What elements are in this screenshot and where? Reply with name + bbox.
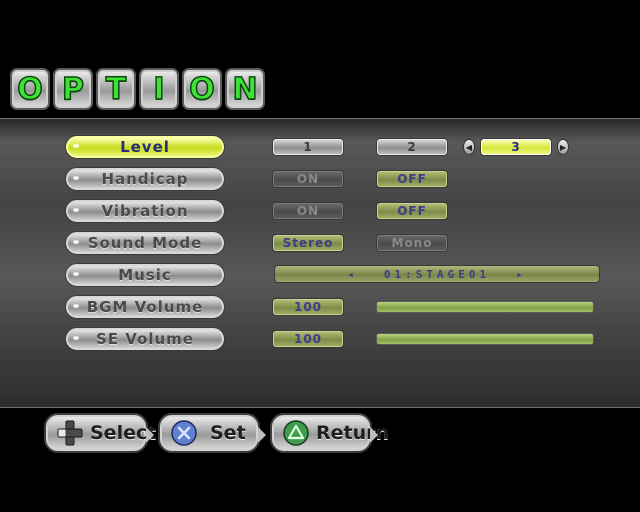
bgm-volume-fill <box>377 302 593 312</box>
handicap-option-off[interactable]: OFF <box>376 170 448 188</box>
title-tile: O <box>10 68 50 110</box>
music-track-value: 01:STAGE01 <box>383 267 491 281</box>
se-volume-label[interactable]: SE Volume <box>66 328 224 350</box>
bgm-volume-value: 100 <box>272 298 344 316</box>
se-volume-value: 100 <box>272 330 344 348</box>
select-button-label: Select <box>90 422 157 444</box>
sound-mode-option-mono[interactable]: Mono <box>376 234 448 252</box>
handicap-label[interactable]: Handicap <box>66 168 224 190</box>
return-button[interactable]: Return <box>270 413 389 453</box>
options-panel <box>0 118 640 408</box>
cross-button-icon <box>170 419 198 447</box>
level-label[interactable]: Level <box>66 136 224 158</box>
sound-mode-label[interactable]: Sound Mode <box>66 232 224 254</box>
title-tile: T <box>96 68 136 110</box>
triangle-button-icon <box>282 419 310 447</box>
music-selector[interactable]: ◂ 01:STAGE01 ▸ <box>274 265 600 283</box>
bgm-volume-slider[interactable] <box>376 301 594 313</box>
title-tile: O <box>182 68 222 110</box>
bgm-volume-label[interactable]: BGM Volume <box>66 296 224 318</box>
level-option-2[interactable]: 2 <box>376 138 448 156</box>
title-tile: P <box>53 68 93 110</box>
arrow-right-icon[interactable]: ▶ <box>557 139 569 155</box>
dpad-icon <box>56 419 84 447</box>
sound-mode-option-stereo[interactable]: Stereo <box>272 234 344 252</box>
return-button-label: Return <box>316 422 390 444</box>
vibration-option-off[interactable]: OFF <box>376 202 448 220</box>
se-volume-slider[interactable] <box>376 333 594 345</box>
se-volume-fill <box>377 334 593 344</box>
handicap-option-on[interactable]: ON <box>272 170 344 188</box>
arrow-left-icon[interactable]: ◂ <box>347 268 358 281</box>
arrow-right-icon[interactable]: ▸ <box>516 268 527 281</box>
arrow-left-icon[interactable]: ◀ <box>463 139 475 155</box>
title-tile: N <box>225 68 265 110</box>
level-option-1[interactable]: 1 <box>272 138 344 156</box>
level-option-3[interactable]: 3 <box>480 138 552 156</box>
option-title: O P T I O N <box>10 68 265 110</box>
set-button[interactable]: Set <box>158 413 266 453</box>
vibration-label[interactable]: Vibration <box>66 200 224 222</box>
vibration-option-on[interactable]: ON <box>272 202 344 220</box>
music-label[interactable]: Music <box>66 264 224 286</box>
set-button-label: Set <box>210 422 246 444</box>
title-tile: I <box>139 68 179 110</box>
select-button[interactable]: Select <box>44 413 156 453</box>
